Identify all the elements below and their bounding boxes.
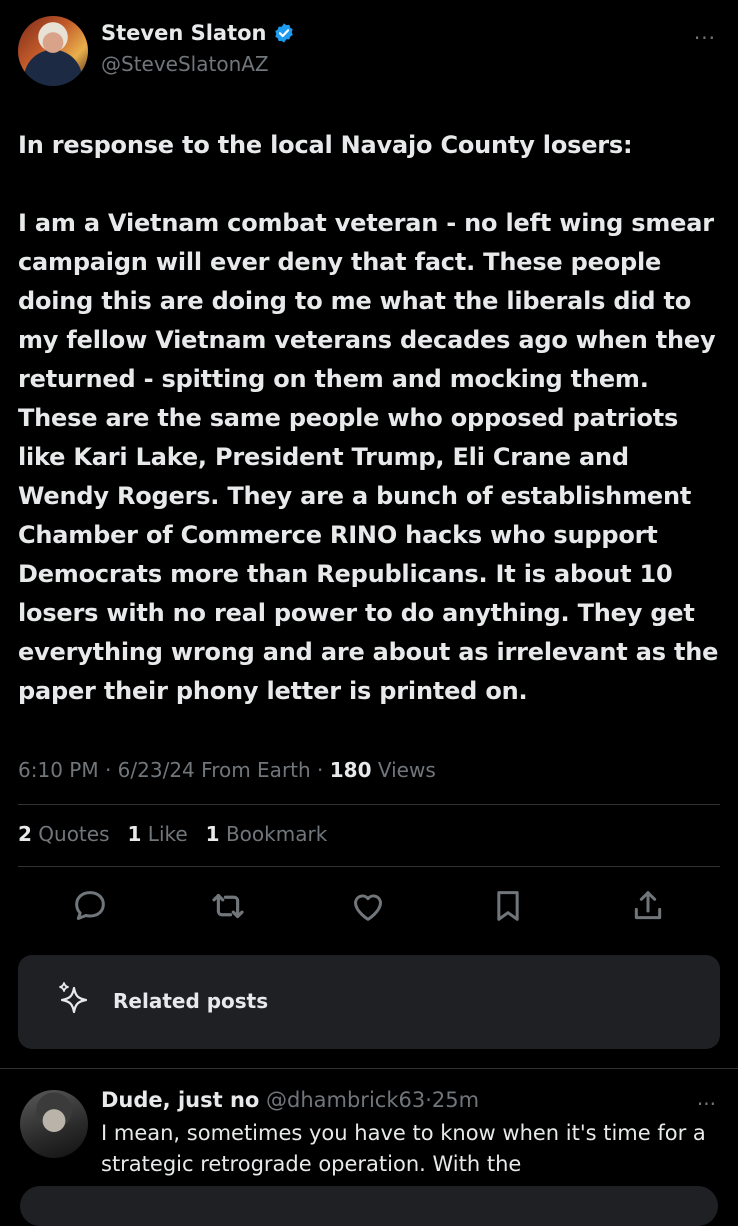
reply-more-options-icon[interactable]: ··· bbox=[697, 1092, 716, 1116]
more-options-icon[interactable]: ··· bbox=[694, 26, 716, 50]
reply-avatar[interactable] bbox=[20, 1090, 88, 1158]
meta-separator: · bbox=[104, 758, 112, 782]
like-icon bbox=[354, 894, 382, 921]
divider bbox=[0, 1068, 738, 1069]
likes-count: 1 bbox=[127, 822, 142, 846]
reply-time[interactable]: 25m bbox=[432, 1088, 479, 1112]
author-name[interactable]: Steven Slaton bbox=[101, 21, 267, 45]
reply-header: Dude, just no @dhambrick63·25m bbox=[101, 1088, 479, 1112]
likes-label: Like bbox=[147, 822, 188, 846]
bookmark-icon bbox=[497, 891, 519, 921]
divider bbox=[18, 866, 720, 867]
bookmark-button[interactable] bbox=[486, 884, 530, 928]
retweet-icon bbox=[212, 893, 244, 919]
share-icon bbox=[634, 891, 662, 920]
verified-badge-icon bbox=[274, 23, 293, 43]
tweet-text: In response to the local Navajo County l… bbox=[18, 131, 719, 705]
quotes-count: 2 bbox=[18, 822, 32, 846]
author-name-row[interactable]: Steven Slaton bbox=[101, 21, 295, 45]
reply-author-handle[interactable]: @dhambrick63 bbox=[266, 1088, 425, 1112]
bookmarks-stat[interactable]: 1 Bookmark bbox=[206, 822, 328, 846]
tweet-date[interactable]: 6/23/24 bbox=[118, 758, 195, 782]
quotes-stat[interactable]: 2 Quotes bbox=[18, 822, 110, 846]
bookmarks-count: 1 bbox=[205, 822, 220, 846]
tweet-meta: 6:10 PM · 6/23/24 From Earth · 180 Views bbox=[18, 758, 436, 782]
tweet-stats: 2 Quotes 1 Like 1 Bookmark bbox=[18, 822, 327, 846]
tweet-time[interactable]: 6:10 PM bbox=[18, 758, 99, 782]
related-posts-card[interactable]: Related posts bbox=[18, 955, 720, 1049]
reply-author-name[interactable]: Dude, just no bbox=[101, 1088, 259, 1112]
reply-button[interactable] bbox=[68, 884, 112, 928]
like-button[interactable] bbox=[346, 884, 390, 928]
reply-separator: · bbox=[425, 1088, 432, 1112]
related-posts-label: Related posts bbox=[113, 989, 269, 1013]
compose-reply-bar[interactable] bbox=[20, 1186, 718, 1226]
retweet-button[interactable] bbox=[206, 884, 250, 928]
likes-stat[interactable]: 1 Like bbox=[128, 822, 188, 846]
sparkle-icon bbox=[59, 982, 88, 1014]
views-label: Views bbox=[377, 758, 436, 782]
author-avatar[interactable] bbox=[18, 16, 88, 86]
action-bar bbox=[0, 884, 738, 934]
tweet-source: From Earth bbox=[201, 758, 311, 782]
quotes-label: Quotes bbox=[38, 822, 110, 846]
meta-separator: · bbox=[317, 758, 324, 782]
share-button[interactable] bbox=[626, 884, 670, 928]
reply-icon bbox=[75, 891, 105, 920]
bookmarks-label: Bookmark bbox=[225, 822, 328, 846]
divider bbox=[18, 804, 720, 805]
views-count: 180 bbox=[329, 758, 372, 782]
reply-text: I mean, sometimes you have to know when … bbox=[101, 1121, 706, 1176]
author-handle[interactable]: @SteveSlatonAZ bbox=[101, 52, 269, 76]
